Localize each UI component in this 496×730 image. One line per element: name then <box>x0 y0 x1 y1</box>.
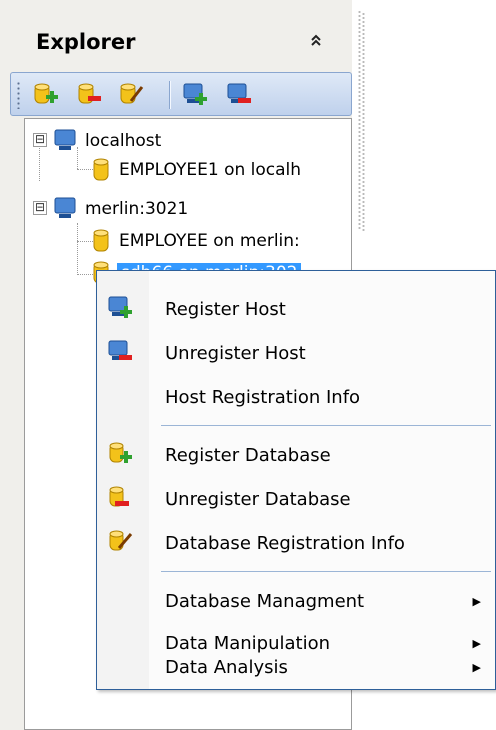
tree-node-merlin[interactable]: merlin:3021 <box>53 193 188 225</box>
tree-node-employee1[interactable]: EMPLOYEE1 on localh <box>91 154 301 186</box>
submenu-arrow-icon: ▶ <box>472 661 481 674</box>
menu-item-register-database[interactable]: Register Database <box>97 433 495 477</box>
tree-node-label: EMPLOYEE1 on localh <box>119 160 302 180</box>
menu-item-database-registration-info[interactable]: Database Registration Info <box>97 521 495 565</box>
panel-title: Explorer <box>36 30 136 54</box>
database-remove-icon <box>78 83 101 104</box>
unregister-database-button[interactable] <box>75 81 103 109</box>
menu-item-unregister-database[interactable]: Unregister Database <box>97 477 495 521</box>
tree-node-employee[interactable]: EMPLOYEE on merlin: <box>91 225 300 257</box>
explorer-toolbar <box>10 72 352 116</box>
database-icon <box>93 158 109 181</box>
menu-item-database-managment[interactable]: Database Managment ▶ <box>97 579 495 623</box>
expander-merlin[interactable]: ⊟ <box>33 201 47 215</box>
splitter-grip <box>358 10 361 230</box>
database-edit-icon <box>109 530 133 551</box>
tree-node-localhost[interactable]: localhost <box>53 125 161 157</box>
database-add-icon <box>34 83 58 104</box>
database-add-icon <box>109 442 132 463</box>
splitter-grip <box>362 12 365 232</box>
menu-item-label: Register Host <box>165 298 286 320</box>
menu-item-label: Host Registration Info <box>165 386 361 408</box>
menu-item-host-registration-info[interactable]: Host Registration Info <box>97 375 495 419</box>
menu-item-label: Database Registration Info <box>165 532 405 554</box>
tree-node-label: merlin:3021 <box>85 199 189 219</box>
unregister-host-button[interactable] <box>225 81 253 109</box>
menu-separator <box>161 425 491 426</box>
register-database-button[interactable] <box>31 81 59 109</box>
database-edit-icon <box>120 83 144 104</box>
menu-item-data-analysis[interactable]: Data Analysis ▶ <box>97 645 495 689</box>
collapse-panel-button[interactable] <box>304 28 328 52</box>
database-icon <box>93 229 109 252</box>
menu-separator <box>161 571 491 572</box>
menu-item-label: Unregister Host <box>165 342 306 364</box>
tree-node-label: EMPLOYEE on merlin: <box>119 231 300 251</box>
submenu-arrow-icon: ▶ <box>472 595 481 608</box>
host-remove-icon <box>227 83 251 103</box>
toolbar-separator <box>169 81 171 109</box>
context-menu: Register Host Unregister Host Host Regis… <box>96 270 496 690</box>
host-icon <box>54 197 76 218</box>
menu-item-label: Database Managment <box>165 590 365 612</box>
menu-item-label: Data Analysis <box>165 656 288 678</box>
menu-item-unregister-host[interactable]: Unregister Host <box>97 331 495 375</box>
host-add-icon <box>183 83 207 105</box>
host-add-icon <box>108 296 132 318</box>
menu-item-register-host[interactable]: Register Host <box>97 287 495 331</box>
panel-splitter[interactable] <box>352 0 368 260</box>
expander-localhost[interactable]: ⊟ <box>33 133 47 147</box>
register-host-button[interactable] <box>181 81 209 109</box>
database-remove-icon <box>109 486 129 507</box>
menu-item-label: Register Database <box>165 444 331 466</box>
host-icon <box>54 129 76 150</box>
toolbar-grip[interactable] <box>17 81 20 109</box>
double-chevron-up-icon <box>311 34 321 46</box>
host-remove-icon <box>108 340 132 360</box>
database-registration-info-button[interactable] <box>117 81 145 109</box>
tree-node-label: localhost <box>85 131 162 151</box>
menu-item-label: Unregister Database <box>165 488 351 510</box>
